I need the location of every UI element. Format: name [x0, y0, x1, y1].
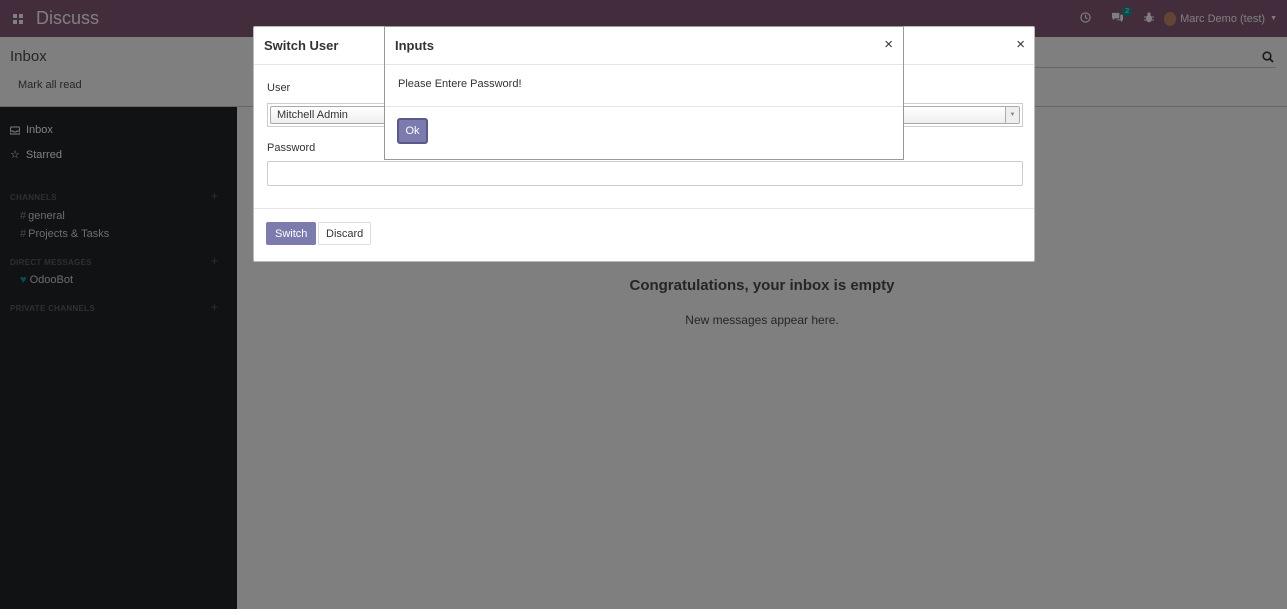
user-field-label: User: [267, 82, 291, 94]
discard-button[interactable]: Discard: [318, 222, 372, 245]
switch-button[interactable]: Switch: [266, 222, 317, 245]
dialog-title: Inputs: [395, 38, 434, 53]
dialog-message: Please Entere Password!: [398, 78, 522, 90]
inputs-dialog: Inputs × Please Entere Password! Ok: [384, 26, 904, 160]
close-icon[interactable]: ×: [1016, 36, 1025, 53]
bottom-strip: [0, 609, 1287, 615]
close-icon[interactable]: ×: [884, 36, 893, 53]
modal-footer: Switch Discard: [254, 208, 1034, 262]
ok-button[interactable]: Ok: [397, 118, 428, 144]
modal-title: Switch User: [264, 38, 339, 53]
password-field[interactable]: [267, 161, 1023, 186]
password-field-label: Password: [267, 142, 316, 154]
dialog-header: Inputs ×: [385, 27, 903, 65]
divider: [385, 106, 903, 107]
user-select-value: Mitchell Admin: [277, 109, 348, 121]
chevron-down-icon[interactable]: ▼: [1005, 107, 1019, 123]
